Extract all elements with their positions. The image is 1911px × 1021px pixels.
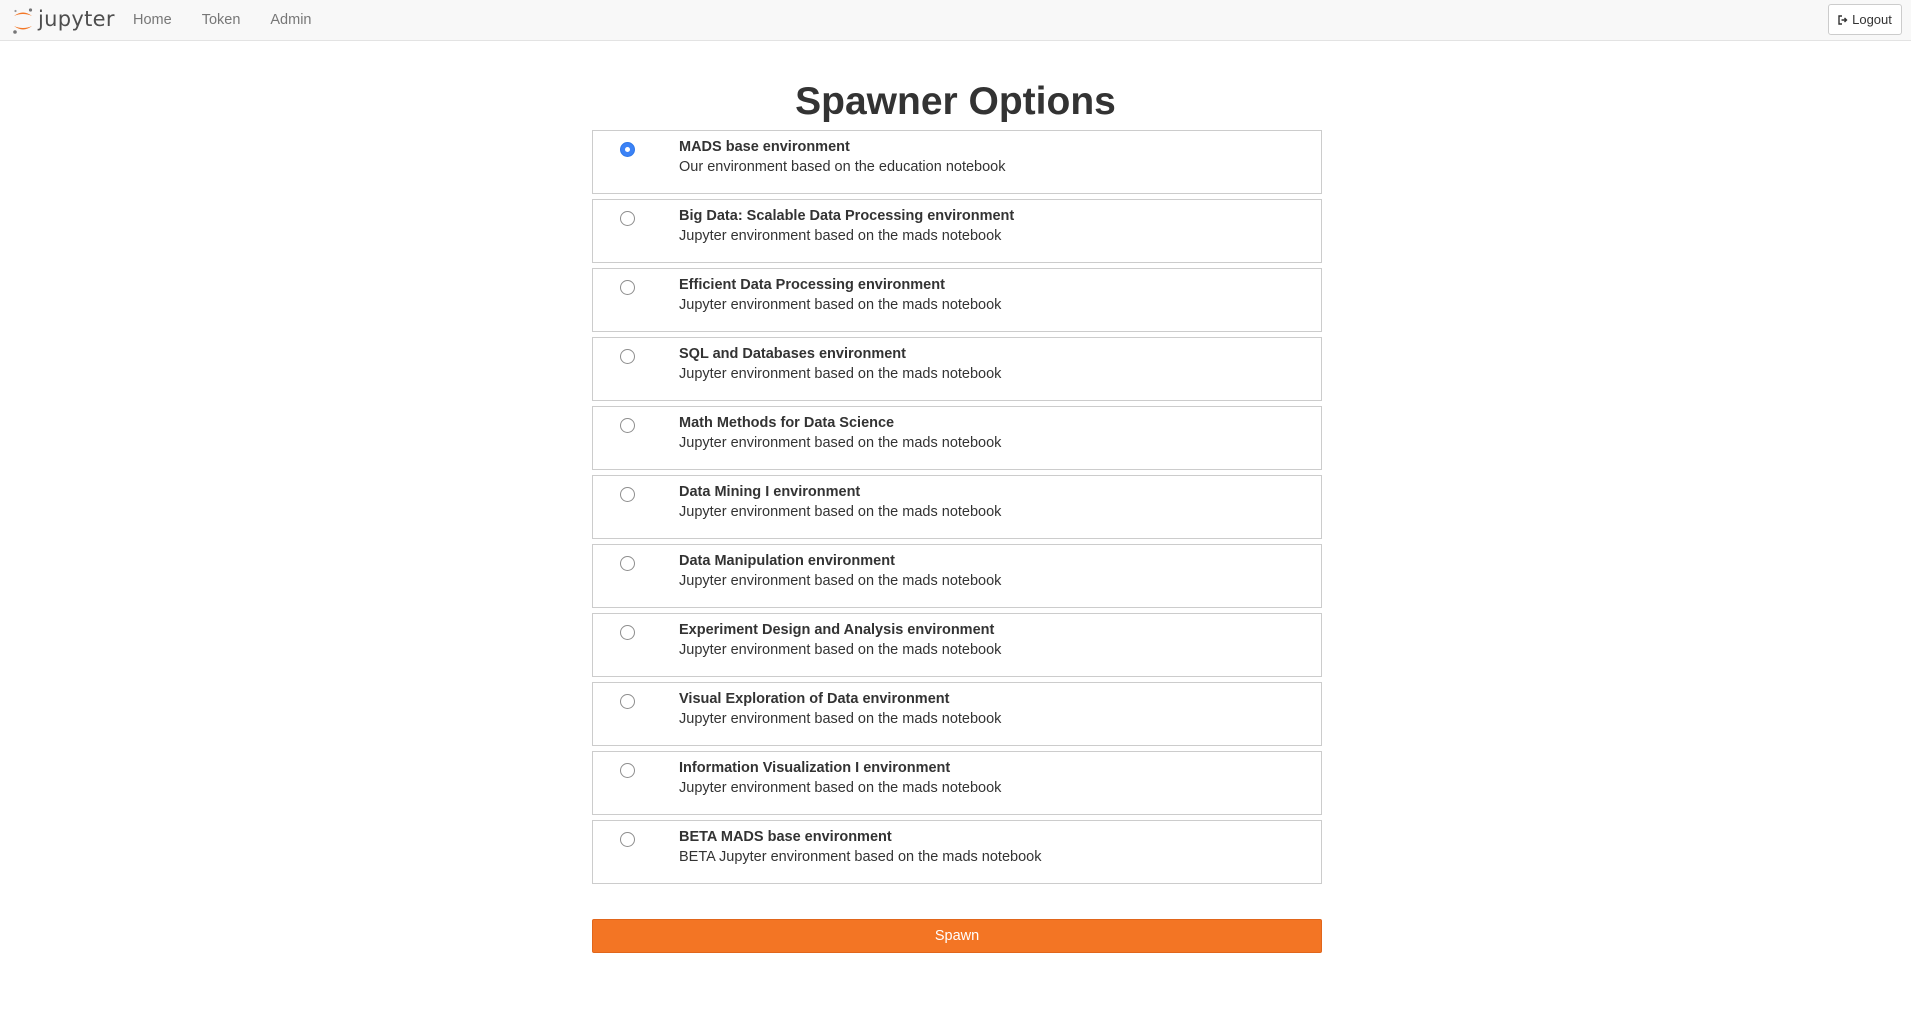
spawn-button[interactable]: Spawn: [592, 919, 1322, 953]
option-description: Jupyter environment based on the mads no…: [679, 642, 1002, 658]
option-title: BETA MADS base environment: [679, 829, 892, 845]
nav-home-link[interactable]: Home: [118, 0, 187, 41]
option-radio[interactable]: [620, 763, 635, 778]
option-radio[interactable]: [620, 556, 635, 571]
logout-button[interactable]: Logout: [1828, 4, 1902, 35]
option-title: SQL and Databases environment: [679, 346, 906, 362]
brand-text: jupyter: [38, 7, 115, 31]
option-data-mining[interactable]: Data Mining I environment Jupyter enviro…: [592, 475, 1322, 539]
option-description: Jupyter environment based on the mads no…: [679, 228, 1002, 244]
option-radio[interactable]: [620, 418, 635, 433]
option-description: Jupyter environment based on the mads no…: [679, 711, 1002, 727]
jupyter-logo[interactable]: jupyter: [12, 6, 115, 36]
option-title: Visual Exploration of Data environment: [679, 691, 950, 707]
option-description: Jupyter environment based on the mads no…: [679, 573, 1002, 589]
option-experiment-design[interactable]: Experiment Design and Analysis environme…: [592, 613, 1322, 677]
option-description: Jupyter environment based on the mads no…: [679, 435, 1002, 451]
option-sql-databases[interactable]: SQL and Databases environment Jupyter en…: [592, 337, 1322, 401]
navbar: jupyter Home Token Admin Logout: [0, 0, 1911, 41]
option-efficient-data-processing[interactable]: Efficient Data Processing environment Ju…: [592, 268, 1322, 332]
option-radio[interactable]: [620, 487, 635, 502]
option-title: Experiment Design and Analysis environme…: [679, 622, 995, 638]
option-mads-base[interactable]: MADS base environment Our environment ba…: [592, 130, 1322, 194]
option-visual-exploration[interactable]: Visual Exploration of Data environment J…: [592, 682, 1322, 746]
nav-links: Home Token Admin: [118, 0, 327, 41]
option-title: Information Visualization I environment: [679, 760, 951, 776]
option-big-data[interactable]: Big Data: Scalable Data Processing envir…: [592, 199, 1322, 263]
option-title: Math Methods for Data Science: [679, 415, 895, 431]
jupyter-logo-icon: [13, 8, 33, 34]
option-title: MADS base environment: [679, 139, 850, 155]
option-title: Efficient Data Processing environment: [679, 277, 945, 293]
option-title: Data Mining I environment: [679, 484, 861, 500]
option-information-visualization[interactable]: Information Visualization I environment …: [592, 751, 1322, 815]
option-title: Data Manipulation environment: [679, 553, 895, 569]
logout-label: Logout: [1852, 12, 1892, 27]
spawner-options-list: MADS base environment Our environment ba…: [592, 130, 1322, 889]
option-math-methods[interactable]: Math Methods for Data Science Jupyter en…: [592, 406, 1322, 470]
option-description: Jupyter environment based on the mads no…: [679, 504, 1002, 520]
sign-out-icon: [1838, 14, 1848, 25]
option-radio[interactable]: [620, 280, 635, 295]
option-radio[interactable]: [620, 694, 635, 709]
option-radio[interactable]: [620, 832, 635, 847]
page-title: Spawner Options: [795, 80, 1116, 123]
option-radio[interactable]: [620, 349, 635, 364]
option-radio[interactable]: [620, 142, 635, 157]
option-beta-mads-base[interactable]: BETA MADS base environment BETA Jupyter …: [592, 820, 1322, 884]
option-description: Jupyter environment based on the mads no…: [679, 366, 1002, 382]
option-description: BETA Jupyter environment based on the ma…: [679, 849, 1042, 865]
option-description: Jupyter environment based on the mads no…: [679, 780, 1002, 796]
nav-admin-link[interactable]: Admin: [255, 0, 326, 41]
option-radio[interactable]: [620, 211, 635, 226]
option-radio[interactable]: [620, 625, 635, 640]
option-title: Big Data: Scalable Data Processing envir…: [679, 208, 1015, 224]
option-data-manipulation[interactable]: Data Manipulation environment Jupyter en…: [592, 544, 1322, 608]
nav-token-link[interactable]: Token: [187, 0, 256, 41]
option-description: Our environment based on the education n…: [679, 159, 1006, 175]
option-description: Jupyter environment based on the mads no…: [679, 297, 1002, 313]
